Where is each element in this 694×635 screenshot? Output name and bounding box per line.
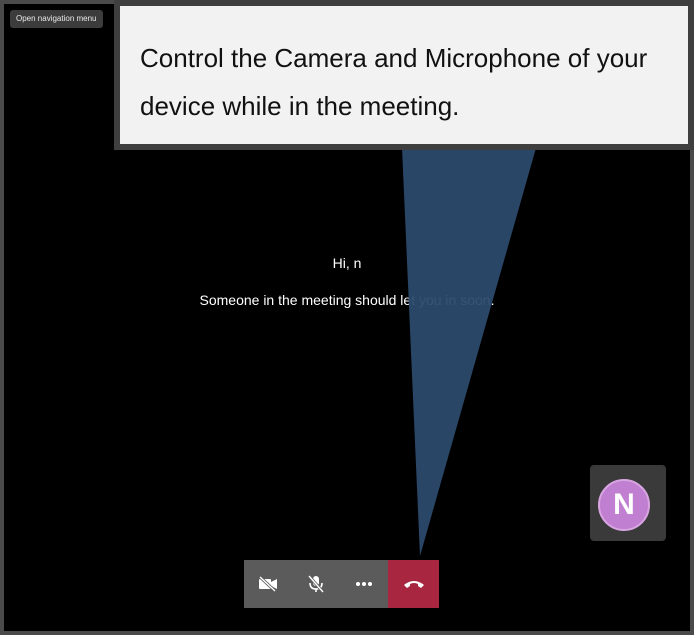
callout-text: Control the Camera and Microphone of you… <box>120 6 688 144</box>
more-icon <box>356 582 372 586</box>
more-options-button[interactable] <box>340 560 388 608</box>
camera-toggle-button[interactable] <box>244 560 292 608</box>
avatar: N <box>598 479 650 531</box>
participant-tile: N <box>590 465 666 541</box>
mic-off-icon <box>308 575 324 593</box>
hang-up-icon <box>403 581 424 588</box>
camera-off-icon <box>258 576 277 592</box>
leave-meeting-button[interactable] <box>388 560 439 608</box>
meeting-toolbar <box>244 560 439 608</box>
microphone-toggle-button[interactable] <box>292 560 340 608</box>
instruction-callout: Control the Camera and Microphone of you… <box>114 0 694 150</box>
